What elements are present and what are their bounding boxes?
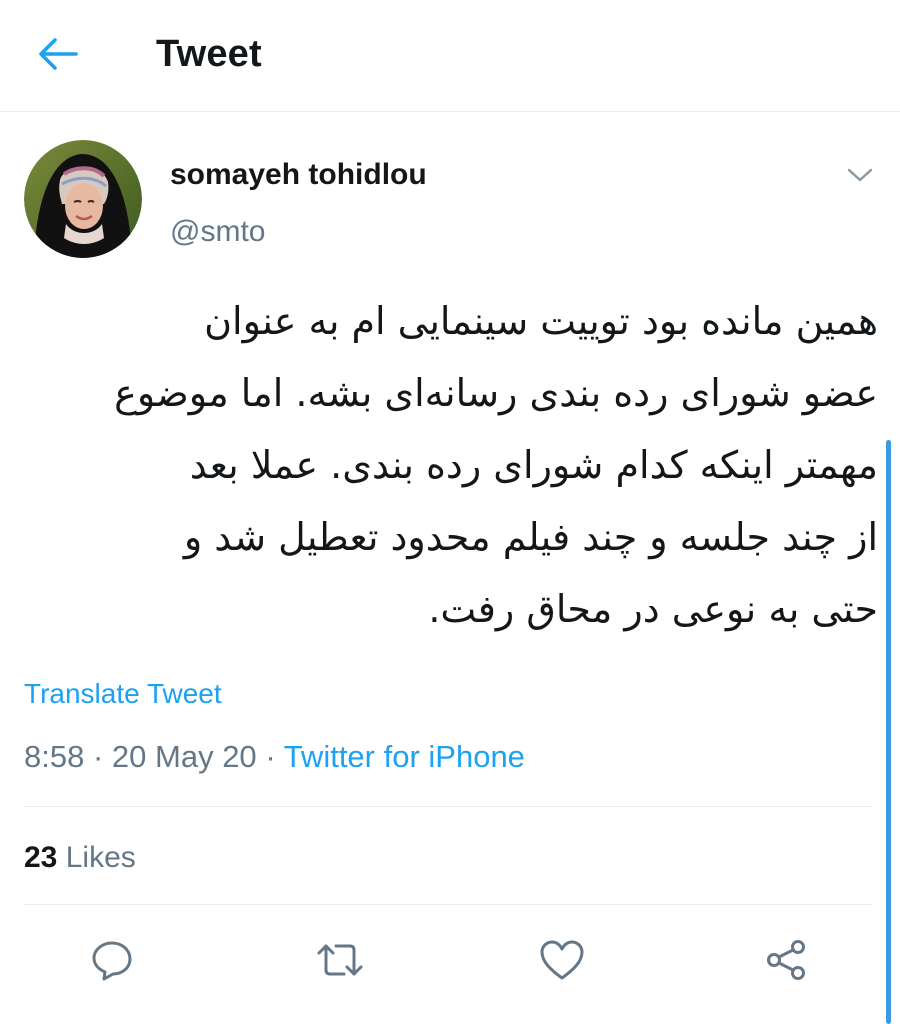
- likes-number: 23: [24, 841, 58, 874]
- author-display-name[interactable]: somayeh tohidlou: [170, 155, 427, 195]
- scrollbar[interactable]: [886, 440, 891, 1024]
- tweet-detail-page: Tweet somayeh tohidlou @smto همین مانده …: [0, 0, 900, 1024]
- meta-separator: ·: [92, 739, 104, 774]
- share-button[interactable]: [758, 932, 814, 988]
- tweet-text-line: مهمتر اینکه کدام شورای رده بندی. عملا بع…: [189, 443, 878, 487]
- retweet-button[interactable]: [312, 932, 368, 988]
- top-app-bar: Tweet: [0, 0, 900, 112]
- tweet-menu-button[interactable]: [840, 158, 880, 192]
- retweet-icon: [317, 944, 363, 976]
- arrow-left-icon: [39, 38, 78, 70]
- author-handle: @smto: [170, 215, 266, 248]
- avatar[interactable]: [24, 140, 142, 258]
- tweet-time: 8:58: [24, 739, 85, 774]
- tweet-source-link[interactable]: Twitter for iPhone: [284, 739, 525, 774]
- page-title: Tweet: [156, 33, 262, 75]
- meta-separator: ·: [265, 739, 276, 774]
- translate-tweet-link[interactable]: Translate Tweet: [24, 674, 222, 714]
- like-button[interactable]: [534, 932, 590, 988]
- heart-icon: [540, 940, 584, 980]
- tweet-text-line: عضو شورای رده بندی رسانه‌ای بشه. اما موض…: [114, 371, 878, 415]
- tweet-date: 20 May 20: [111, 739, 257, 774]
- tweet-text: همین مانده بود توییت سینمایی ام به عنوان…: [20, 285, 878, 645]
- divider: [24, 904, 872, 905]
- chevron-down-icon: [847, 168, 873, 182]
- tweet-timestamp: 8:58 · 20 May 20 · Twitter for iPhone: [24, 735, 525, 779]
- reply-button[interactable]: [84, 932, 140, 988]
- reply-icon: [92, 941, 132, 981]
- tweet-text-line: حتی به نوعی در محاق رفت.: [428, 587, 878, 631]
- back-button[interactable]: [30, 30, 86, 78]
- likes-count[interactable]: 23 Likes: [24, 836, 136, 880]
- profile-photo: [24, 140, 142, 258]
- tweet-text-line: همین مانده بود توییت سینمایی ام به عنوان: [204, 299, 878, 343]
- likes-label: Likes: [65, 841, 136, 874]
- share-icon: [767, 940, 805, 980]
- divider: [24, 806, 872, 807]
- tweet-text-line: از چند جلسه و چند فیلم محدود تعطیل شد و: [183, 515, 878, 559]
